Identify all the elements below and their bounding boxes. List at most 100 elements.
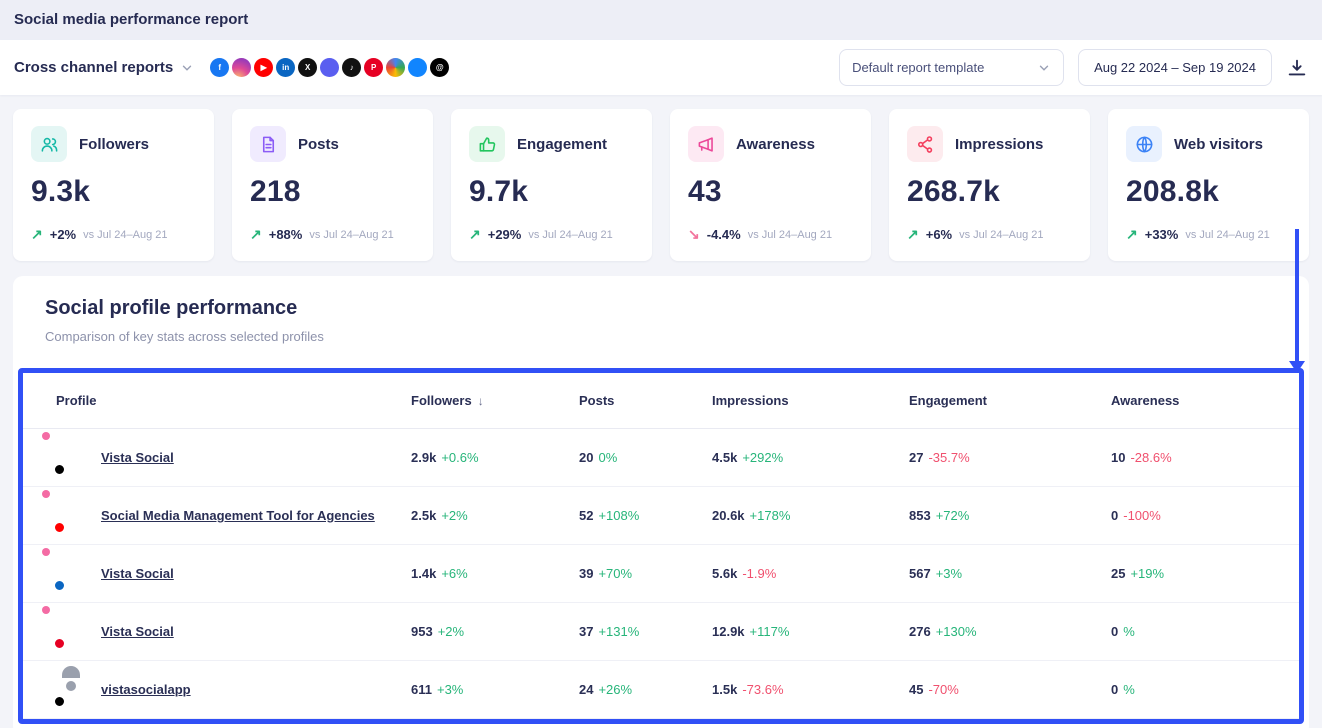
kpi-compare: vs Jul 24–Aug 21 (83, 229, 167, 241)
linkedin-badge-icon (53, 579, 66, 592)
trend-down-icon (688, 226, 700, 243)
posts-delta: +26% (598, 682, 632, 697)
column-header-profile[interactable]: Profile (56, 393, 411, 408)
engagement-value: 853 (909, 508, 931, 523)
kpi-card-awareness: Awareness 43 -4.4% vs Jul 24–Aug 21 (670, 109, 871, 261)
table-row: Vista Social 953+2% 37+131% 12.9k+117% 2… (23, 603, 1299, 661)
avatar (56, 675, 86, 705)
posts-delta: +131% (598, 624, 639, 639)
kpi-card-engagement: Engagement 9.7k +29% vs Jul 24–Aug 21 (451, 109, 652, 261)
annotation-highlight-box: Profile Followers↓ Posts Impressions Eng… (18, 368, 1304, 724)
page-title: Social media performance report (0, 0, 1322, 40)
threads-badge-icon (53, 463, 66, 476)
engagement-value: 567 (909, 566, 931, 581)
kpi-value: 208.8k (1126, 175, 1291, 209)
threads-icon[interactable]: @ (430, 58, 449, 77)
date-range-value: Aug 22 2024 – Sep 19 2024 (1094, 60, 1256, 75)
engagement-value: 27 (909, 450, 923, 465)
report-name-dropdown[interactable]: Cross channel reports (14, 59, 194, 76)
followers-value: 953 (411, 624, 433, 639)
social-profile-performance-panel: Social profile performance Comparison of… (13, 276, 1309, 728)
awareness-delta: % (1123, 682, 1135, 697)
meta-icon[interactable] (320, 58, 339, 77)
pinterest-icon[interactable]: P (364, 58, 383, 77)
kpi-card-impressions: Impressions 268.7k +6% vs Jul 24–Aug 21 (889, 109, 1090, 261)
kpi-delta: +6% (926, 227, 952, 242)
kpi-label: Followers (79, 136, 149, 153)
avatar (56, 501, 86, 531)
column-header-followers[interactable]: Followers↓ (411, 393, 579, 408)
profile-link[interactable]: vistasocialapp (101, 682, 191, 697)
column-header-impressions[interactable]: Impressions (712, 393, 909, 408)
instagram-icon[interactable] (232, 58, 251, 77)
toolbar: Cross channel reports f ▶ in X ♪ P @ Def… (0, 40, 1322, 95)
table-header: Profile Followers↓ Posts Impressions Eng… (23, 373, 1299, 429)
kpi-label: Engagement (517, 136, 607, 153)
report-name-label: Cross channel reports (14, 59, 173, 76)
kpi-value: 9.7k (469, 175, 634, 209)
impressions-delta: -1.9% (742, 566, 776, 581)
table-row: Social Media Management Tool for Agencie… (23, 487, 1299, 545)
trend-up-icon (31, 226, 43, 243)
report-template-select[interactable]: Default report template (839, 49, 1064, 86)
followers-delta: +3% (437, 682, 463, 697)
youtube-icon[interactable]: ▶ (254, 58, 273, 77)
annotation-arrow (1295, 229, 1299, 362)
awareness-value: 0 (1111, 624, 1118, 639)
awareness-delta: % (1123, 624, 1135, 639)
profile-link[interactable]: Vista Social (101, 450, 174, 465)
kpi-label: Posts (298, 136, 339, 153)
impressions-delta: +117% (750, 624, 790, 639)
profile-link[interactable]: Social Media Management Tool for Agencie… (101, 508, 375, 523)
posts-value: 24 (579, 682, 593, 697)
bluesky-icon[interactable] (408, 58, 427, 77)
document-icon (250, 126, 286, 162)
google-business-icon[interactable] (386, 58, 405, 77)
impressions-value: 4.5k (712, 450, 737, 465)
date-range-picker[interactable]: Aug 22 2024 – Sep 19 2024 (1078, 49, 1272, 86)
impressions-value: 20.6k (712, 508, 745, 523)
awareness-delta: -28.6% (1130, 450, 1171, 465)
column-header-awareness[interactable]: Awareness (1111, 393, 1299, 408)
kpi-compare: vs Jul 24–Aug 21 (1185, 229, 1269, 241)
kpi-value: 218 (250, 175, 415, 209)
kpi-delta: +33% (1145, 227, 1179, 242)
trend-up-icon (469, 226, 481, 243)
profile-link[interactable]: Vista Social (101, 566, 174, 581)
facebook-icon[interactable]: f (210, 58, 229, 77)
posts-delta: +70% (598, 566, 632, 581)
kpi-compare: vs Jul 24–Aug 21 (309, 229, 393, 241)
followers-icon (31, 126, 67, 162)
tiktok-icon[interactable]: ♪ (342, 58, 361, 77)
awareness-value: 0 (1111, 508, 1118, 523)
x-icon[interactable]: X (298, 58, 317, 77)
impressions-delta: -73.6% (742, 682, 783, 697)
posts-value: 37 (579, 624, 593, 639)
kpi-card-web-visitors: Web visitors 208.8k +33% vs Jul 24–Aug 2… (1108, 109, 1309, 261)
kpi-label: Web visitors (1174, 136, 1263, 153)
awareness-delta: -100% (1123, 508, 1161, 523)
kpi-delta: +2% (50, 227, 76, 242)
awareness-delta: +19% (1130, 566, 1164, 581)
trend-up-icon (1126, 226, 1138, 243)
linkedin-icon[interactable]: in (276, 58, 295, 77)
kpi-compare: vs Jul 24–Aug 21 (748, 229, 832, 241)
posts-value: 52 (579, 508, 593, 523)
kpi-label: Awareness (736, 136, 815, 153)
engagement-value: 276 (909, 624, 931, 639)
profile-link[interactable]: Vista Social (101, 624, 174, 639)
kpi-delta: +29% (488, 227, 522, 242)
download-icon[interactable] (1286, 57, 1308, 79)
impressions-value: 5.6k (712, 566, 737, 581)
avatar (56, 443, 86, 473)
followers-value: 611 (411, 682, 432, 697)
followers-delta: +6% (441, 566, 467, 581)
kpi-delta: +88% (269, 227, 303, 242)
impressions-value: 1.5k (712, 682, 737, 697)
kpi-card-followers: Followers 9.3k +2% vs Jul 24–Aug 21 (13, 109, 214, 261)
impressions-value: 12.9k (712, 624, 745, 639)
kpi-value: 268.7k (907, 175, 1072, 209)
column-header-posts[interactable]: Posts (579, 393, 712, 408)
section-title: Social profile performance (45, 297, 1304, 320)
column-header-engagement[interactable]: Engagement (909, 393, 1111, 408)
